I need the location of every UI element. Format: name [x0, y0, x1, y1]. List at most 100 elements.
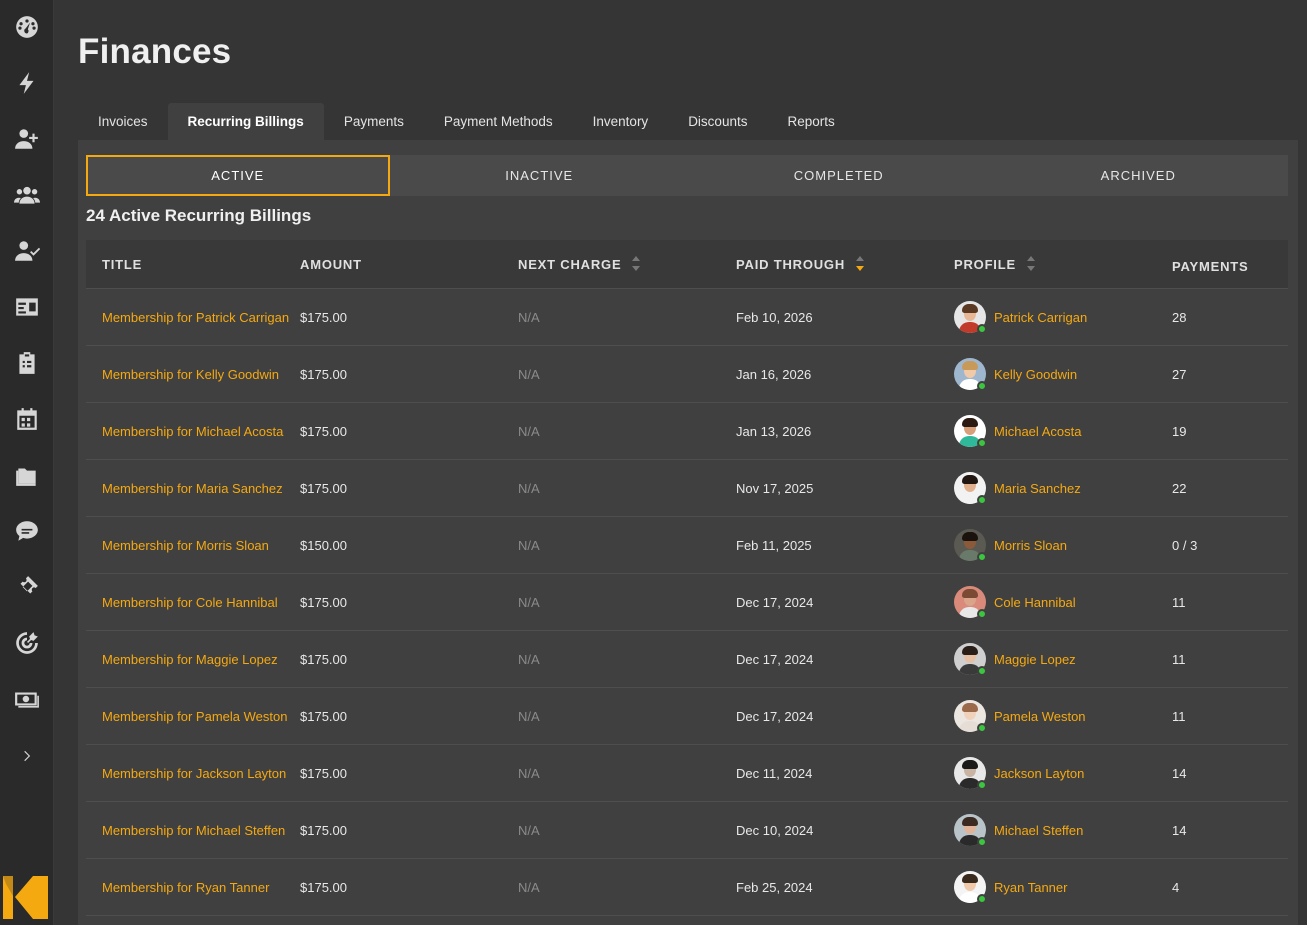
profile-link[interactable]: Maria Sanchez — [994, 481, 1081, 496]
billing-title-link[interactable]: Membership for Jackson Layton — [86, 766, 300, 781]
tab-recurring-billings[interactable]: Recurring Billings — [167, 103, 324, 140]
table-row[interactable]: Membership for Michael Steffen $175.00 N/A… — [86, 802, 1288, 859]
billing-title-text[interactable]: Membership for Maggie Lopez — [102, 652, 278, 667]
sort-icon[interactable] — [631, 254, 641, 274]
tab-inventory[interactable]: Inventory — [573, 103, 669, 140]
users-icon[interactable] — [11, 179, 43, 211]
amount-cell: $175.00 — [300, 765, 347, 781]
column-paid-through[interactable]: PAID THROUGH — [736, 254, 954, 274]
profile-link[interactable]: Morris Sloan — [994, 538, 1067, 553]
profile-link[interactable]: Cole Hannibal — [994, 595, 1076, 610]
avatar[interactable] — [954, 358, 987, 391]
calendar-icon[interactable] — [11, 403, 43, 435]
billing-title-link[interactable]: Membership for Maria Sanchez — [86, 481, 300, 496]
folder-icon[interactable] — [11, 459, 43, 491]
avatar[interactable] — [954, 415, 987, 448]
profile-cell[interactable]: Michael Acosta — [954, 415, 1172, 448]
table-row[interactable]: Membership for Cole Hannibal $175.00 N/A De… — [86, 574, 1288, 631]
column-payments: PAYMENTS — [1172, 258, 1249, 274]
target-icon[interactable] — [11, 627, 43, 659]
billing-title-text[interactable]: Membership for Jackson Layton — [102, 766, 286, 781]
lightning-icon[interactable] — [11, 67, 43, 99]
chevron-right-icon[interactable] — [11, 740, 43, 772]
billing-title-link[interactable]: Membership for Ryan Tanner — [86, 880, 300, 895]
billing-title-link[interactable]: Membership for Michael Acosta — [86, 424, 300, 439]
profile-link[interactable]: Kelly Goodwin — [994, 367, 1077, 382]
profile-link[interactable]: Pamela Weston — [994, 709, 1086, 724]
profile-cell[interactable]: Morris Sloan — [954, 529, 1172, 562]
billing-title-link[interactable]: Membership for Maggie Lopez — [86, 652, 300, 667]
profile-cell[interactable]: Maria Sanchez — [954, 472, 1172, 505]
profile-cell[interactable]: Maggie Lopez — [954, 643, 1172, 676]
id-card-icon[interactable] — [11, 291, 43, 323]
table-row[interactable]: Membership for Maggie Lopez $175.00 N/A Dec… — [86, 631, 1288, 688]
table-row[interactable]: Membership for Ryan Tanner $175.00 N/A Feb … — [86, 859, 1288, 916]
billing-title-text[interactable]: Membership for Patrick Carrigan — [102, 310, 289, 325]
tab-payment-methods[interactable]: Payment Methods — [424, 103, 573, 140]
billing-title-text[interactable]: Membership for Michael Acosta — [102, 424, 283, 439]
table-row[interactable]: Membership for Morris Sloan $150.00 N/A Feb… — [86, 517, 1288, 574]
billing-title-text[interactable]: Membership for Cole Hannibal — [102, 595, 278, 610]
ticket-icon[interactable] — [11, 571, 43, 603]
add-user-icon[interactable] — [11, 123, 43, 155]
tab-discounts[interactable]: Discounts — [668, 103, 767, 140]
avatar[interactable] — [954, 643, 987, 676]
tab-reports[interactable]: Reports — [767, 103, 854, 140]
profile-cell[interactable]: Kelly Goodwin — [954, 358, 1172, 391]
avatar[interactable] — [954, 472, 987, 505]
billing-title-text[interactable]: Membership for Pamela Weston — [102, 709, 287, 724]
avatar[interactable] — [954, 700, 987, 733]
avatar[interactable] — [954, 757, 987, 790]
sort-desc-icon[interactable] — [855, 254, 865, 274]
profile-cell[interactable]: Pamela Weston — [954, 700, 1172, 733]
billing-title-link[interactable]: Membership for Cole Hannibal — [86, 595, 300, 610]
avatar[interactable] — [954, 301, 987, 334]
money-icon[interactable] — [11, 683, 43, 715]
profile-cell[interactable]: Ryan Tanner — [954, 871, 1172, 904]
avatar[interactable] — [954, 586, 987, 619]
profile-cell[interactable]: Cole Hannibal — [954, 586, 1172, 619]
profile-link[interactable]: Ryan Tanner — [994, 880, 1067, 895]
table-row[interactable]: Membership for Maria Sanchez $175.00 N/A No… — [86, 460, 1288, 517]
profile-link[interactable]: Michael Steffen — [994, 823, 1083, 838]
billing-title-text[interactable]: Membership for Maria Sanchez — [102, 481, 283, 496]
chat-icon[interactable] — [11, 515, 43, 547]
clipboard-icon[interactable] — [11, 347, 43, 379]
table-row[interactable]: Membership for Jackson Layton $175.00 N/A D… — [86, 745, 1288, 802]
billing-title-link[interactable]: Membership for Pamela Weston — [86, 709, 300, 724]
billing-title-text[interactable]: Membership for Kelly Goodwin — [102, 367, 279, 382]
avatar[interactable] — [954, 529, 987, 562]
profile-link[interactable]: Maggie Lopez — [994, 652, 1076, 667]
table-row[interactable]: Membership for Michael Acosta $175.00 N/A J… — [86, 403, 1288, 460]
profile-link[interactable]: Patrick Carrigan — [994, 310, 1087, 325]
sort-icon[interactable] — [1026, 254, 1036, 274]
profile-link[interactable]: Jackson Layton — [994, 766, 1084, 781]
billing-title-link[interactable]: Membership for Morris Sloan — [86, 538, 300, 553]
table-row[interactable]: Membership for Patrick Carrigan $175.00 N/… — [86, 289, 1288, 346]
column-profile[interactable]: PROFILE — [954, 254, 1172, 274]
tab-payments[interactable]: Payments — [324, 103, 424, 140]
avatar[interactable] — [954, 814, 987, 847]
subtab-active[interactable]: ACTIVE — [86, 155, 390, 196]
table-row[interactable]: Membership for Kelly Goodwin $175.00 N/A Ja… — [86, 346, 1288, 403]
avatar[interactable] — [954, 871, 987, 904]
profile-cell[interactable]: Jackson Layton — [954, 757, 1172, 790]
subtab-completed[interactable]: COMPLETED — [689, 155, 989, 196]
table-row[interactable]: Membership for Pamela Weston $175.00 N/A De… — [86, 688, 1288, 745]
profile-cell[interactable]: Michael Steffen — [954, 814, 1172, 847]
column-next-charge[interactable]: NEXT CHARGE — [518, 254, 736, 274]
billing-title-link[interactable]: Membership for Kelly Goodwin — [86, 367, 300, 382]
billing-title-text[interactable]: Membership for Michael Steffen — [102, 823, 285, 838]
dashboard-icon[interactable] — [11, 11, 43, 43]
user-check-icon[interactable] — [11, 235, 43, 267]
profile-link[interactable]: Michael Acosta — [994, 424, 1081, 439]
billing-title-link[interactable]: Membership for Patrick Carrigan — [86, 310, 300, 325]
profile-cell[interactable]: Patrick Carrigan — [954, 301, 1172, 334]
amount-cell: $175.00 — [300, 423, 347, 439]
subtab-inactive[interactable]: INACTIVE — [390, 155, 690, 196]
subtab-archived[interactable]: ARCHIVED — [989, 155, 1289, 196]
billing-title-text[interactable]: Membership for Ryan Tanner — [102, 880, 269, 895]
billing-title-link[interactable]: Membership for Michael Steffen — [86, 823, 300, 838]
tab-invoices[interactable]: Invoices — [78, 103, 168, 140]
billing-title-text[interactable]: Membership for Morris Sloan — [102, 538, 269, 553]
